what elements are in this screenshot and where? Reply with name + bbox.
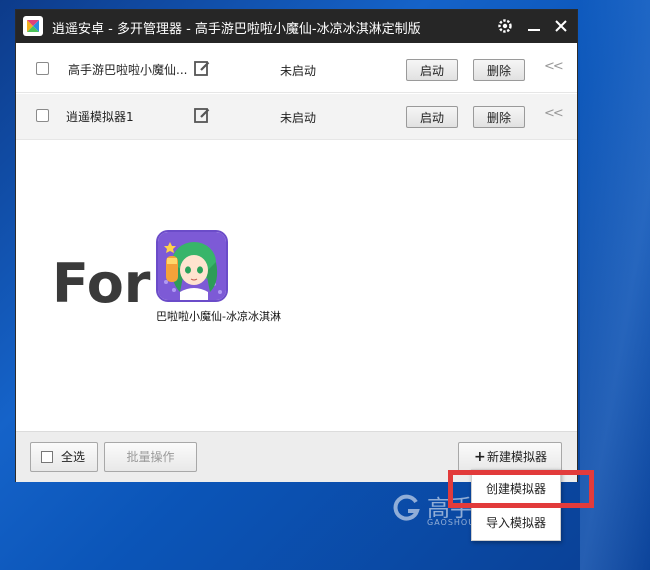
select-all-checkbox[interactable] [41,451,53,463]
watermark-logo-icon [393,494,420,521]
multi-instance-manager-window: 逍遥安卓 - 多开管理器 - 高手游巴啦啦小魔仙-冰凉冰淇淋定制版 高手游巴啦啦… [15,9,578,482]
edit-icon[interactable] [193,59,211,77]
game-icon [156,230,228,302]
emulator-checkbox[interactable] [36,62,49,75]
title-bar[interactable]: 逍遥安卓 - 多开管理器 - 高手游巴啦啦小魔仙-冰凉冰淇淋定制版 [16,10,577,43]
new-emulator-label: 新建模拟器 [487,450,548,464]
expand-chevron-icon[interactable]: << [544,59,564,74]
batch-operation-button[interactable]: 批量操作 [104,442,197,472]
window-title: 逍遥安卓 - 多开管理器 - 高手游巴啦啦小魔仙-冰凉冰淇淋定制版 [52,22,421,37]
emulator-status: 未启动 [280,64,317,78]
game-name: 巴啦啦小魔仙-冰凉冰淇淋 [156,310,281,323]
delete-button[interactable]: 删除 [473,106,525,128]
minimize-icon[interactable] [525,17,543,35]
plus-icon: + [474,449,486,465]
close-icon[interactable] [552,17,570,35]
start-button[interactable]: 启动 [406,59,458,81]
new-emulator-button[interactable]: + 新建模拟器 [458,442,562,472]
select-all-label: 全选 [61,450,86,464]
emulator-checkbox[interactable] [36,109,49,122]
emulator-row[interactable]: 高手游巴啦啦小魔仙... 未启动 启动 删除 << [16,47,577,93]
expand-chevron-icon[interactable]: << [544,106,564,121]
select-all-button[interactable]: 全选 [30,442,98,472]
emulator-row[interactable]: 逍遥模拟器1 未启动 启动 删除 << [16,94,577,140]
delete-button[interactable]: 删除 [473,59,525,81]
edit-icon[interactable] [193,106,211,124]
gear-icon[interactable] [496,17,514,35]
emulator-name: 高手游巴啦啦小魔仙... [68,63,188,77]
emulator-status: 未启动 [280,111,317,125]
menu-item-import-emulator[interactable]: 导入模拟器 [472,508,560,538]
app-logo-icon [23,16,43,36]
for-banner-text: For [52,252,151,315]
highlight-box [448,470,594,508]
emulator-name: 逍遥模拟器1 [66,110,134,124]
start-button[interactable]: 启动 [406,106,458,128]
